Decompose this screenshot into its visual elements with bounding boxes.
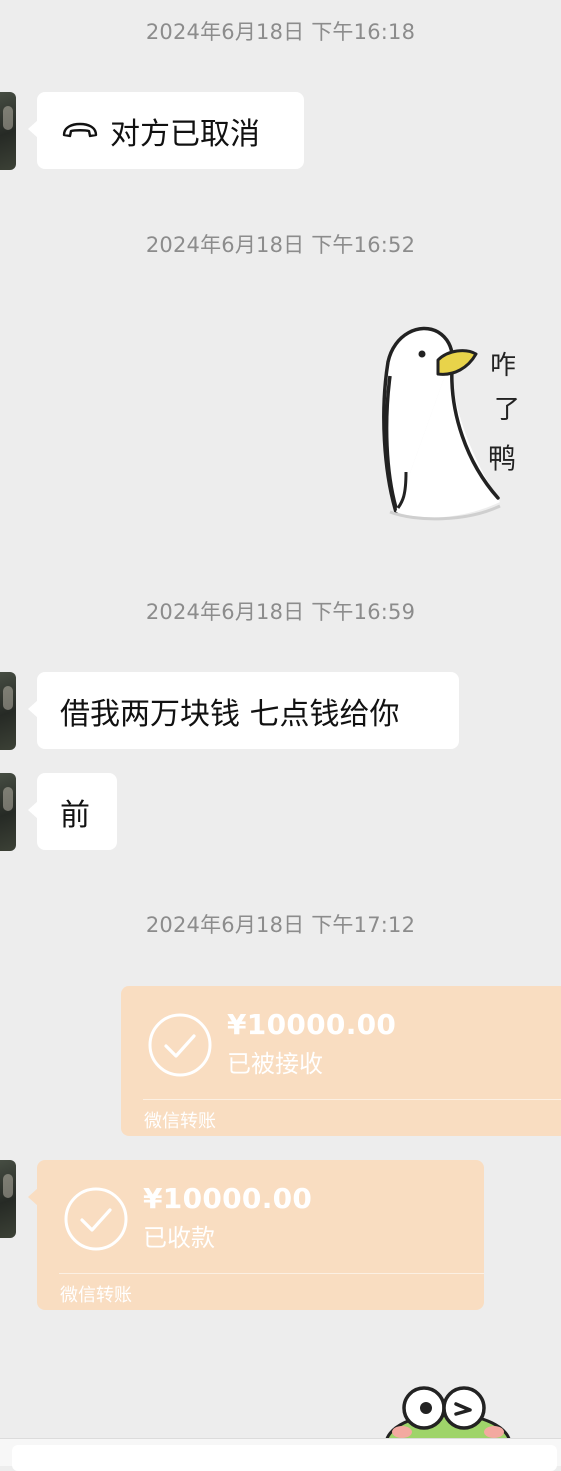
transfer-label: 微信转账 [144, 1111, 216, 1132]
call-status-text: 对方已取消 [110, 116, 260, 152]
transfer-status: 已收款 [143, 1224, 215, 1252]
message-input[interactable] [12, 1445, 557, 1471]
timestamp: 2024年6月18日 下午17:12 [145, 913, 416, 937]
transfer-amount: ¥10000.00 [143, 1182, 313, 1215]
message-text: 借我两万块钱 七点钱给你 [60, 696, 400, 732]
timestamp: 2024年6月18日 下午16:59 [145, 600, 416, 624]
svg-text:了: 了 [494, 395, 520, 425]
svg-text:咋: 咋 [490, 351, 516, 381]
duck-icon: 咋 了 鸭 [382, 326, 520, 521]
duck-sticker[interactable]: 咋 了 鸭 [376, 322, 541, 528]
avatar[interactable] [0, 672, 16, 750]
frog-sticker[interactable] [384, 1382, 514, 1471]
transfer-status: 已被接收 [227, 1050, 323, 1078]
message-bubble[interactable]: 借我两万块钱 七点钱给你 [28, 672, 459, 749]
timestamp: 2024年6月18日 下午16:52 [145, 233, 416, 257]
message-text: 前 [60, 797, 90, 833]
transfer-amount: ¥10000.00 [227, 1008, 397, 1041]
avatar[interactable] [0, 92, 16, 170]
svg-text:鸭: 鸭 [488, 442, 516, 475]
frog-icon [384, 1386, 512, 1471]
transfer-card-received[interactable]: ¥10000.00 已收款 微信转账 [28, 1160, 484, 1310]
avatar[interactable] [0, 773, 16, 851]
input-bar [0, 1438, 561, 1471]
check-circle-icon [148, 1013, 212, 1077]
transfer-card-sent[interactable]: ¥10000.00 已被接收 微信转账 [121, 986, 561, 1136]
call-message-bubble[interactable]: 对方已取消 [28, 92, 304, 169]
phone-hangup-icon [62, 122, 98, 137]
divider [143, 1099, 561, 1100]
avatar[interactable] [0, 1160, 16, 1238]
check-circle-icon [64, 1187, 128, 1251]
divider [59, 1273, 484, 1274]
transfer-label: 微信转账 [60, 1285, 132, 1306]
message-bubble[interactable]: 前 [28, 773, 117, 850]
timestamp: 2024年6月18日 下午16:18 [145, 20, 416, 44]
